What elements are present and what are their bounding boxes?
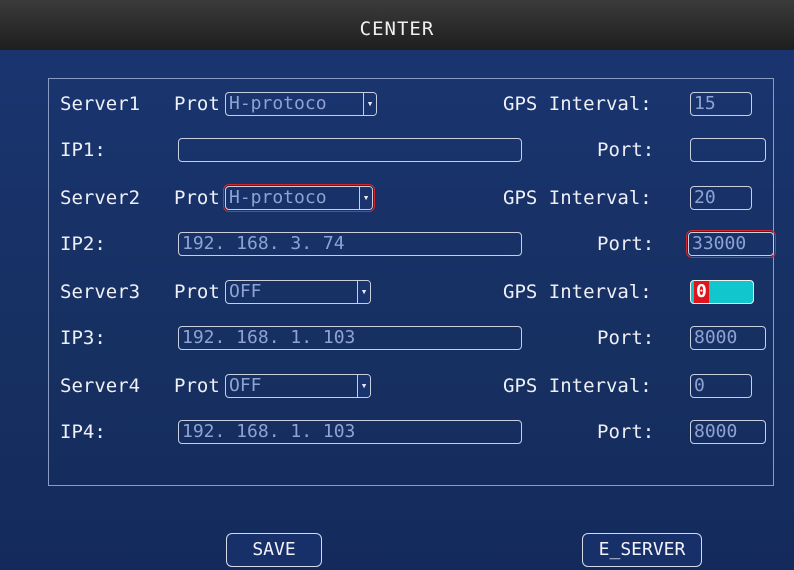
port3-field[interactable]: 8000 [690, 326, 766, 350]
server3-row: Server3 Prot OFF ▾ GPS Interval: 0 [0, 276, 794, 308]
port1-label: Port: [597, 139, 655, 161]
ip4-field[interactable]: 192. 168. 1. 103 [178, 420, 522, 444]
port4-field[interactable]: 8000 [690, 420, 766, 444]
server2-row: Server2 Prot H-protoco ▾ GPS Interval: 2… [0, 182, 794, 214]
ip2-field[interactable]: 192. 168. 3. 74 [178, 232, 522, 256]
server4-label: Server4 [60, 375, 141, 397]
text-cursor: 0 [694, 281, 709, 303]
server1-gps-label: GPS Interval: [503, 93, 652, 115]
server2-gps-label: GPS Interval: [503, 187, 652, 209]
server4-protocol-value: OFF [229, 375, 262, 396]
server1-row: Server1 Prot H-protoco ▾ GPS Interval: 1… [0, 88, 794, 120]
ip3-row: IP3: 192. 168. 1. 103 Port: 8000 [0, 322, 794, 354]
ip1-row: IP1: Port: [0, 134, 794, 166]
ip3-label: IP3: [60, 327, 106, 349]
server1-protocol-select[interactable]: H-protoco ▾ [225, 92, 377, 116]
server1-protocol-value: H-protoco [229, 93, 327, 114]
server2-prot-label: Prot [174, 187, 220, 209]
server4-row: Server4 Prot OFF ▾ GPS Interval: 0 [0, 370, 794, 402]
server2-protocol-select[interactable]: H-protoco ▾ [223, 184, 375, 212]
server1-gps-interval-field[interactable]: 15 [690, 92, 752, 116]
server3-gps-label: GPS Interval: [503, 281, 652, 303]
server2-label: Server2 [60, 187, 141, 209]
server4-protocol-select[interactable]: OFF ▾ [225, 374, 371, 398]
ip2-label: IP2: [60, 233, 106, 255]
chevron-down-icon: ▾ [357, 375, 370, 397]
window-title: CENTER [0, 0, 794, 50]
ip1-field[interactable] [178, 138, 522, 162]
chevron-down-icon: ▾ [357, 281, 370, 303]
port1-field[interactable] [690, 138, 766, 162]
port2-label: Port: [597, 233, 655, 255]
server3-protocol-select[interactable]: OFF ▾ [225, 280, 371, 304]
server1-label: Server1 [60, 93, 141, 115]
e-server-button[interactable]: E_SERVER [582, 533, 702, 567]
server3-label: Server3 [60, 281, 141, 303]
server3-protocol-value: OFF [229, 281, 262, 302]
server3-prot-label: Prot [174, 281, 220, 303]
ip4-row: IP4: 192. 168. 1. 103 Port: 8000 [0, 416, 794, 448]
server2-gps-interval-field[interactable]: 20 [690, 186, 752, 210]
server3-gps-interval-field[interactable]: 0 [690, 280, 754, 304]
save-button[interactable]: SAVE [226, 533, 322, 567]
chevron-down-icon: ▾ [363, 93, 376, 115]
ip2-row: IP2: 192. 168. 3. 74 Port: 33000 [0, 228, 794, 260]
ip3-field[interactable]: 192. 168. 1. 103 [178, 326, 522, 350]
chevron-down-icon: ▾ [359, 187, 372, 209]
ip1-label: IP1: [60, 139, 106, 161]
port3-label: Port: [597, 327, 655, 349]
server4-prot-label: Prot [174, 375, 220, 397]
server4-gps-interval-field[interactable]: 0 [690, 374, 752, 398]
server2-protocol-value: H-protoco [229, 187, 327, 208]
server1-prot-label: Prot [174, 93, 220, 115]
port4-label: Port: [597, 421, 655, 443]
port2-field[interactable]: 33000 [686, 230, 776, 258]
ip4-label: IP4: [60, 421, 106, 443]
server4-gps-label: GPS Interval: [503, 375, 652, 397]
